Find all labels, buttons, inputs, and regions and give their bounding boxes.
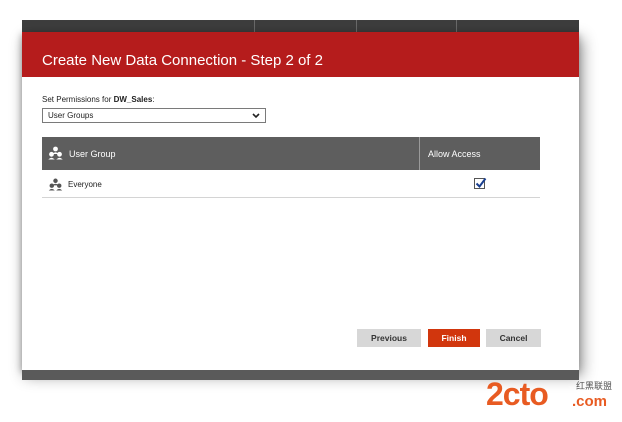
table-header: User Group Allow Access	[42, 137, 540, 170]
table-row[interactable]: Everyone	[42, 170, 540, 198]
strip-separator	[356, 20, 357, 32]
chevron-down-icon	[252, 113, 260, 119]
select-value: User Groups	[48, 111, 94, 120]
column-user-group[interactable]: User Group	[42, 137, 419, 170]
watermark-chinese: 红黑联盟	[576, 381, 613, 391]
column-divider	[419, 137, 420, 170]
strip-separator	[456, 20, 457, 32]
watermark-logo: 2cto 红黑联盟 .com	[486, 378, 620, 418]
permissions-label: Set Permissions for DW_Sales:	[42, 95, 155, 104]
dialog-header: Create New Data Connection - Step 2 of 2	[22, 32, 579, 77]
permissions-target: DW_Sales	[113, 95, 153, 104]
strip-separator	[254, 20, 255, 32]
dialog-title: Create New Data Connection - Step 2 of 2	[42, 52, 323, 69]
column-header-allow-access[interactable]: Allow Access	[428, 149, 481, 159]
watermark-main: 2cto	[486, 376, 549, 412]
row-user-group-name: Everyone	[68, 180, 102, 189]
checkmark-icon	[475, 177, 487, 189]
cancel-button[interactable]: Cancel	[486, 329, 541, 347]
user-group-icon	[48, 146, 63, 160]
background-window-strip	[22, 20, 579, 32]
permissions-label-prefix: Set Permissions for	[42, 95, 114, 104]
column-header-user-group: User Group	[69, 149, 116, 159]
permissions-type-select[interactable]: User Groups	[42, 108, 266, 123]
previous-button[interactable]: Previous	[357, 329, 421, 347]
allow-access-checkbox[interactable]	[474, 177, 487, 189]
watermark-domain: .com	[572, 393, 608, 410]
create-data-connection-dialog: Create New Data Connection - Step 2 of 2…	[22, 32, 579, 370]
finish-button[interactable]: Finish	[428, 329, 480, 347]
user-group-icon	[48, 178, 63, 191]
permissions-label-suffix: :	[152, 95, 155, 104]
